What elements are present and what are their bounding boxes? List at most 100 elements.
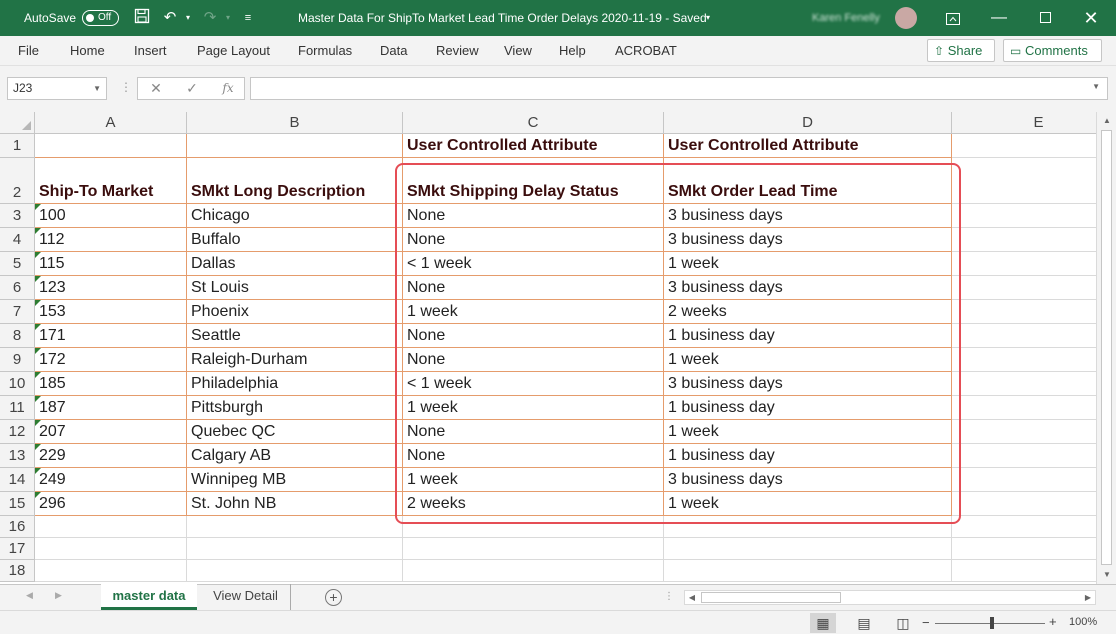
cell-c18[interactable] — [403, 560, 664, 582]
cell-a13[interactable]: 229 — [35, 444, 187, 468]
cell-b13[interactable]: Calgary AB — [187, 444, 403, 468]
cell-c7[interactable]: 1 week — [403, 300, 664, 324]
cell-e8[interactable] — [952, 324, 1096, 348]
zoom-level[interactable]: 100% — [1069, 616, 1097, 628]
column-header-c[interactable]: C — [403, 112, 664, 134]
cell-e7[interactable] — [952, 300, 1096, 324]
cell-c14[interactable]: 1 week — [403, 468, 664, 492]
cell-e13[interactable] — [952, 444, 1096, 468]
cell-b2[interactable]: SMkt Long Description — [187, 158, 403, 204]
tab-scroll-left-icon[interactable]: ◀ — [26, 590, 33, 601]
cell-c10[interactable]: < 1 week — [403, 372, 664, 396]
cell-d17[interactable] — [664, 538, 952, 560]
undo-icon[interactable]: ↶ — [160, 8, 180, 28]
cell-d3[interactable]: 3 business days — [664, 204, 952, 228]
cell-c3[interactable]: None — [403, 204, 664, 228]
menu-data[interactable]: Data — [380, 36, 407, 66]
menu-home[interactable]: Home — [70, 36, 105, 66]
worksheet-grid[interactable]: A B C D E 1 User Controlled Attribute User Cont… — [0, 112, 1096, 584]
cell-b12[interactable]: Quebec QC — [187, 420, 403, 444]
cell-e15[interactable] — [952, 492, 1096, 516]
redo-dropdown-icon[interactable]: ▾ — [218, 8, 238, 28]
cell-d7[interactable]: 2 weeks — [664, 300, 952, 324]
cell-e17[interactable] — [952, 538, 1096, 560]
row-header-16[interactable]: 16 — [0, 516, 35, 538]
scroll-up-icon[interactable]: ▲ — [1100, 114, 1114, 128]
cell-a14[interactable]: 249 — [35, 468, 187, 492]
cell-c6[interactable]: None — [403, 276, 664, 300]
tab-view-detail[interactable]: View Detail — [201, 584, 291, 610]
add-sheet-icon[interactable]: + — [325, 589, 342, 606]
cell-b7[interactable]: Phoenix — [187, 300, 403, 324]
column-header-d[interactable]: D — [664, 112, 952, 134]
row-header-12[interactable]: 12 — [0, 420, 35, 444]
cell-b9[interactable]: Raleigh-Durham — [187, 348, 403, 372]
horizontal-scrollbar[interactable]: ◀ ▶ — [684, 590, 1096, 605]
cell-c12[interactable]: None — [403, 420, 664, 444]
menu-formulas[interactable]: Formulas — [298, 36, 352, 66]
minimize-icon[interactable]: — — [976, 0, 1022, 36]
tab-master-data[interactable]: master data — [101, 584, 197, 610]
cell-c8[interactable]: None — [403, 324, 664, 348]
cell-b14[interactable]: Winnipeg MB — [187, 468, 403, 492]
cell-a6[interactable]: 123 — [35, 276, 187, 300]
cell-d18[interactable] — [664, 560, 952, 582]
scroll-right-icon[interactable]: ▶ — [1081, 591, 1095, 604]
cell-b16[interactable] — [187, 516, 403, 538]
row-header-8[interactable]: 8 — [0, 324, 35, 348]
cell-e3[interactable] — [952, 204, 1096, 228]
cell-b1[interactable] — [187, 134, 403, 158]
cell-a1[interactable] — [35, 134, 187, 158]
row-header-6[interactable]: 6 — [0, 276, 35, 300]
row-header-2[interactable]: 2 — [0, 158, 35, 204]
row-header-14[interactable]: 14 — [0, 468, 35, 492]
scrollbar-thumb[interactable] — [1101, 130, 1112, 565]
cell-a11[interactable]: 187 — [35, 396, 187, 420]
cell-e18[interactable] — [952, 560, 1096, 582]
cell-e10[interactable] — [952, 372, 1096, 396]
cell-b6[interactable]: St Louis — [187, 276, 403, 300]
save-icon[interactable] — [132, 8, 152, 28]
cell-e5[interactable] — [952, 252, 1096, 276]
cell-a3[interactable]: 100 — [35, 204, 187, 228]
zoom-slider-handle[interactable] — [990, 617, 994, 629]
column-header-b[interactable]: B — [187, 112, 403, 134]
name-box[interactable]: J23 ▼ — [7, 77, 107, 100]
comments-button[interactable]: ▭ Comments — [1003, 39, 1102, 62]
restore-icon[interactable] — [1022, 0, 1068, 36]
cell-a2[interactable]: Ship-To Market — [35, 158, 187, 204]
menu-review[interactable]: Review — [436, 36, 479, 66]
cell-d5[interactable]: 1 week — [664, 252, 952, 276]
close-icon[interactable]: ✕ — [1068, 0, 1114, 36]
cell-a17[interactable] — [35, 538, 187, 560]
row-header-3[interactable]: 3 — [0, 204, 35, 228]
zoom-in-button[interactable]: + — [1049, 614, 1057, 629]
row-header-4[interactable]: 4 — [0, 228, 35, 252]
insert-function-icon[interactable]: fx — [214, 78, 242, 99]
menu-file[interactable]: File — [18, 36, 39, 66]
cell-e6[interactable] — [952, 276, 1096, 300]
avatar[interactable] — [895, 7, 917, 29]
select-all-corner[interactable] — [0, 112, 35, 134]
cell-c1[interactable]: User Controlled Attribute — [403, 134, 664, 158]
enter-icon[interactable]: ✓ — [178, 78, 206, 99]
cell-d9[interactable]: 1 week — [664, 348, 952, 372]
cell-b18[interactable] — [187, 560, 403, 582]
column-header-a[interactable]: A — [35, 112, 187, 134]
hscrollbar-thumb[interactable] — [701, 592, 841, 603]
cell-d1[interactable]: User Controlled Attribute — [664, 134, 952, 158]
cell-d6[interactable]: 3 business days — [664, 276, 952, 300]
cell-d16[interactable] — [664, 516, 952, 538]
scroll-down-icon[interactable]: ▼ — [1100, 568, 1114, 582]
page-break-view-icon[interactable]: ◫ — [890, 613, 916, 633]
menu-page-layout[interactable]: Page Layout — [197, 36, 270, 66]
row-header-1[interactable]: 1 — [0, 134, 35, 158]
cell-d11[interactable]: 1 business day — [664, 396, 952, 420]
row-header-5[interactable]: 5 — [0, 252, 35, 276]
cell-a15[interactable]: 296 — [35, 492, 187, 516]
cell-d10[interactable]: 3 business days — [664, 372, 952, 396]
zoom-out-button[interactable]: − — [922, 615, 930, 630]
cell-c17[interactable] — [403, 538, 664, 560]
menu-help[interactable]: Help — [559, 36, 586, 66]
row-header-11[interactable]: 11 — [0, 396, 35, 420]
